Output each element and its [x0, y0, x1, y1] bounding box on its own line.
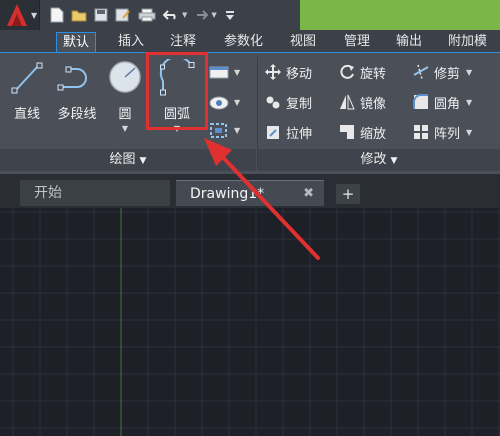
annotation-arrow — [204, 138, 320, 260]
